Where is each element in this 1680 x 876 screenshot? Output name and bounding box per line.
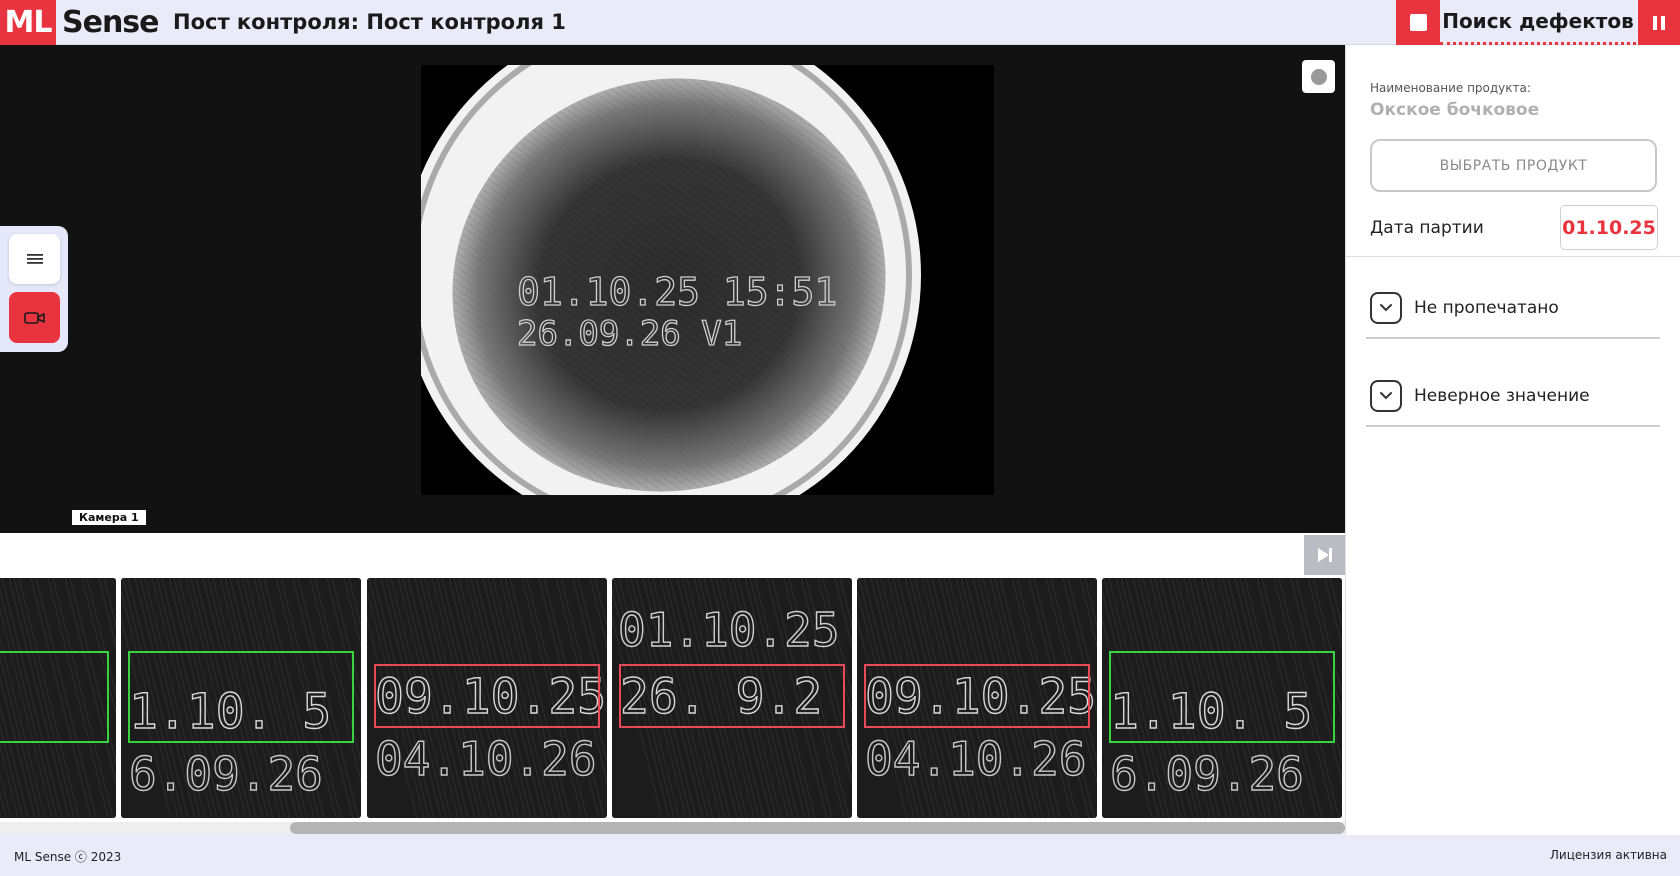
side-toolbar xyxy=(0,226,68,352)
overlay-text-line2: 26.09.26 V1 xyxy=(517,314,742,354)
thumbnail[interactable]: 1.10. 5 6.09.26 xyxy=(1102,578,1342,818)
thumbnail[interactable]: 09.10.25 04.10.26 xyxy=(857,578,1097,818)
camera-label: Камера 1 xyxy=(72,510,146,525)
product-label: Наименование продукта: xyxy=(1370,81,1531,95)
thumbnail-image: 09.10.25 04.10.26 xyxy=(857,578,1097,818)
thumbnail-image: 01.10.25 26. 9.2 xyxy=(612,578,852,818)
logo-sense: Sense xyxy=(62,5,160,40)
thumbnail[interactable]: 0. 59.26 xyxy=(0,578,116,818)
pause-icon-bar-right xyxy=(1661,15,1665,30)
overlay-text-line1: 01.10.25 15:51 xyxy=(517,270,837,314)
product-name: Окское бочковое xyxy=(1370,100,1540,120)
thumbnail[interactable]: 1.10. 5 6.09.26 xyxy=(121,578,361,818)
defect-label: Неверное значение xyxy=(1414,386,1590,406)
thumbnail-text-line1: 26. 9.2 xyxy=(620,669,822,725)
license-status: Лицензия активна xyxy=(1549,848,1667,862)
thumbnail-text-line1: 1.10. 5 xyxy=(1110,684,1312,740)
record-dot-icon xyxy=(1310,68,1327,85)
copyright-text: ML Sense ⓒ 2023 xyxy=(14,850,122,864)
thumbnail-text-line2: 6.09.26 xyxy=(1110,747,1304,801)
thumbnail-image: 1.10. 5 6.09.26 xyxy=(121,578,361,818)
thumbnail-strip-header xyxy=(0,533,1345,575)
thumbnail-image: 0. 59.26 xyxy=(0,578,116,818)
menu-button[interactable] xyxy=(9,234,60,284)
select-product-button[interactable]: ВЫБРАТЬ ПРОДУКТ xyxy=(1370,139,1657,192)
skip-forward-icon xyxy=(1317,548,1332,562)
thumbnail-text-top: 01.10.25 xyxy=(618,603,840,657)
hamburger-icon xyxy=(26,254,43,264)
thumbnail-image: 09.10.25 04.10.26 xyxy=(367,578,607,818)
app-logo: ML Sense xyxy=(0,0,160,45)
thumbnail-text-line1: 1.10. 5 xyxy=(129,684,331,740)
thumbnail-text-line1: 09.10.25 xyxy=(865,669,1096,725)
strip-scrollbar-thumb[interactable] xyxy=(290,822,1345,834)
logo-ml: ML xyxy=(0,0,56,45)
skip-to-latest-button[interactable] xyxy=(1304,535,1345,575)
panel-divider xyxy=(1346,256,1680,257)
camera-button[interactable] xyxy=(9,292,60,343)
record-button[interactable] xyxy=(1302,60,1335,93)
camera-viewer: 01.10.25 15:51 26.09.26 V1 Камера 1 xyxy=(0,45,1345,533)
pause-icon-bar-left xyxy=(1653,15,1657,30)
camera-frame: 01.10.25 15:51 26.09.26 V1 xyxy=(421,65,994,495)
stop-button[interactable] xyxy=(1396,0,1440,45)
thumbnail-text-line2: 6.09.26 xyxy=(129,747,323,801)
camera-frame-image: 01.10.25 15:51 26.09.26 V1 xyxy=(421,65,994,495)
defect-accordion-not-printed[interactable]: Не пропечатано xyxy=(1366,271,1660,339)
thumbnail[interactable]: 01.10.25 26. 9.2 xyxy=(612,578,852,818)
mode-title: Поиск дефектов xyxy=(1440,0,1636,45)
thumbnail-text-line2: 04.10.26 xyxy=(375,732,597,786)
settings-panel: Наименование продукта: Окское бочковое В… xyxy=(1345,45,1680,835)
thumbnail-text-line1: 09.10.25 xyxy=(375,669,606,725)
thumbnail[interactable]: 09.10.25 04.10.26 xyxy=(367,578,607,818)
pause-button[interactable] xyxy=(1638,0,1680,45)
batch-date-field[interactable]: 01.10.25 xyxy=(1560,205,1658,250)
stop-icon xyxy=(1409,14,1427,31)
chevron-down-icon[interactable] xyxy=(1370,292,1402,324)
thumbnail-strip[interactable]: 0. 59.26 1.10. 5 6.09.26 09.10.25 04.10.26… xyxy=(0,575,1345,822)
thumbnail-text-line2: 04.10.26 xyxy=(865,732,1087,786)
page-title: Пост контроля: Пост контроля 1 xyxy=(173,10,566,34)
defect-accordion-wrong-value[interactable]: Неверное значение xyxy=(1366,359,1660,427)
thumbnail-image: 1.10. 5 6.09.26 xyxy=(1102,578,1342,818)
batch-date-label: Дата партии xyxy=(1370,218,1484,238)
app-header: ML Sense Пост контроля: Пост контроля 1 … xyxy=(0,0,1680,45)
chevron-down-icon[interactable] xyxy=(1370,380,1402,412)
app-footer: ML Sense ⓒ 2023 Лицензия активна xyxy=(0,835,1680,876)
video-camera-icon xyxy=(23,311,45,324)
defect-label: Не пропечатано xyxy=(1414,298,1559,318)
